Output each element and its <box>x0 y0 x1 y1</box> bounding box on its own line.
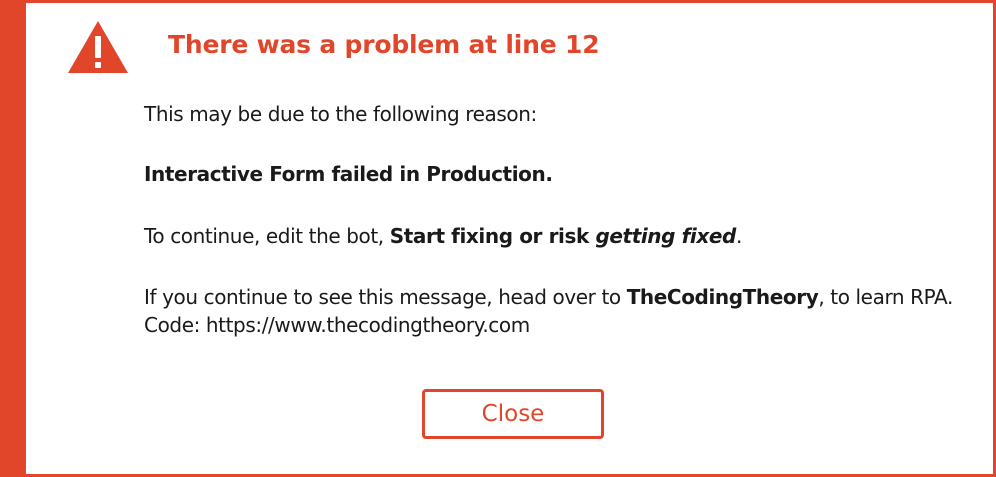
continue-italic-text: getting fixed <box>595 224 736 248</box>
code-url-text: Code: https://www.thecodingtheory.com <box>144 313 530 337</box>
help-link-text: TheCodingTheory <box>626 285 819 309</box>
warning-triangle-icon <box>68 21 128 73</box>
continue-strong-text: Start fixing or risk <box>389 224 596 248</box>
continue-suffix-text: . <box>735 224 742 248</box>
error-dialog: There was a problem at line 12 This may … <box>0 0 996 477</box>
continue-instruction: To continue, edit the bot, Start fixing … <box>144 223 742 249</box>
help-instruction: If you continue to see this message, hea… <box>144 284 953 310</box>
accent-bar <box>0 0 26 477</box>
help-prefix-text: If you continue to see this message, hea… <box>144 285 627 309</box>
continue-prefix-text: To continue, edit the bot, <box>144 224 390 248</box>
close-button[interactable]: Close <box>422 389 604 439</box>
error-message-text: Interactive Form failed in Production. <box>144 162 553 186</box>
reason-intro-text: This may be due to the following reason: <box>144 102 537 126</box>
help-suffix-text: , to learn RPA. <box>818 285 953 309</box>
dialog-title: There was a problem at line 12 <box>168 30 600 59</box>
